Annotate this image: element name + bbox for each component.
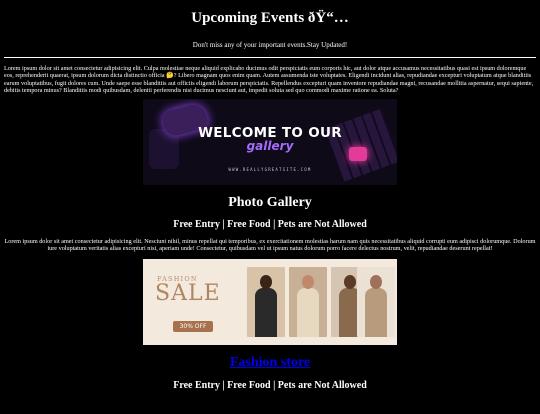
- model-photo: [247, 267, 285, 338]
- banner-subtitle: gallery: [246, 138, 294, 153]
- welcome-gallery-banner: WELCOME TO OUR gallery WWW.REALLYGREATSI…: [143, 98, 397, 185]
- tagline: Don't miss any of your important events.…: [192, 41, 348, 49]
- divider: [4, 57, 536, 58]
- sale-label: SALE: [155, 281, 221, 307]
- page: Upcoming Events ðŸ“… Don't miss any of y…: [0, 9, 540, 392]
- fashion-store-link[interactable]: Fashion store: [230, 355, 310, 370]
- fashion-sale-banner: FASHION SALE 30% OFF: [143, 259, 397, 346]
- model-photo: [357, 267, 395, 338]
- page-title: Upcoming Events ðŸ“…: [191, 10, 349, 26]
- photo-gallery-heading: Photo Gallery: [228, 194, 312, 210]
- intro-paragraph: Lorem ipsum dolor sit amet consectetur a…: [4, 65, 534, 95]
- gallery-paragraph: Lorem ipsum dolor sit amet consectetur a…: [4, 237, 536, 253]
- model-photo: [289, 267, 327, 338]
- discount-badge: 30% OFF: [173, 321, 213, 333]
- banner-url: WWW.REALLYGREATSITE.COM: [228, 166, 312, 172]
- fashion-store-heading: Fashion store: [4, 354, 536, 371]
- gallery-features: Free Entry | Free Food | Pets are Not Al…: [173, 218, 367, 230]
- store-features: Free Entry | Free Food | Pets are Not Al…: [173, 380, 367, 392]
